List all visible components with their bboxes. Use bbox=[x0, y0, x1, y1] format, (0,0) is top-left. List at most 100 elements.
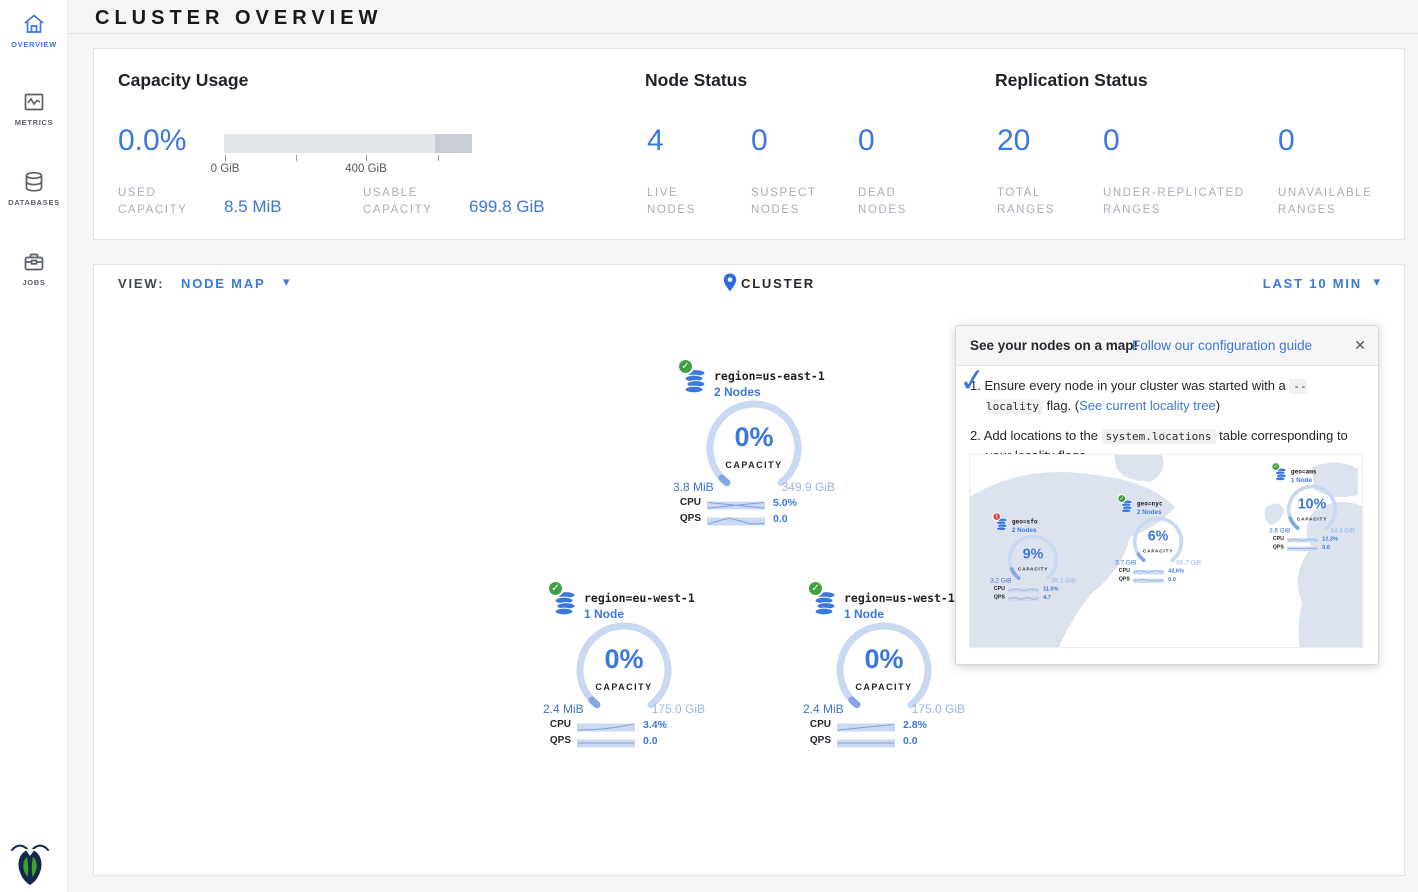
qps-value: 0.0 bbox=[1322, 544, 1330, 550]
cpu-sparkline bbox=[1287, 536, 1318, 542]
cluster-overview-page: OVERVIEW METRICS DATABASES JOBS bbox=[0, 0, 1418, 892]
view-selector[interactable]: NODE MAP bbox=[181, 276, 265, 291]
region-label: region=us-east-1 bbox=[714, 369, 825, 383]
total-capacity: 34.4 GiB bbox=[1330, 527, 1355, 534]
region-label: region=eu-west-1 bbox=[584, 591, 695, 605]
popup-header: See your nodes on a map! Follow our conf… bbox=[956, 326, 1378, 366]
qps-label: QPS bbox=[1115, 576, 1130, 582]
sidebar-item-jobs[interactable]: JOBS bbox=[0, 250, 68, 287]
sidebar-item-databases[interactable]: DATABASES bbox=[0, 170, 68, 207]
under-replicated-label: UNDER-REPLICATED RANGES bbox=[1103, 185, 1245, 219]
chevron-down-icon[interactable]: ▾ bbox=[283, 274, 290, 290]
qps-sparkline bbox=[837, 735, 895, 746]
sidebar-item-overview[interactable]: OVERVIEW bbox=[0, 12, 68, 49]
chevron-down-icon[interactable]: ▾ bbox=[1373, 274, 1380, 290]
dead-nodes-label: DEAD NODES bbox=[858, 185, 907, 219]
mini-node-card-sfo: ! geo=sfo 2 Nodes 9% CAPACITY 3.2 GiB 35… bbox=[988, 511, 1080, 611]
used-capacity: 3.8 MiB bbox=[673, 480, 714, 494]
qps-label: QPS bbox=[1269, 544, 1284, 550]
locality-tree-link[interactable]: See current locality tree bbox=[1079, 398, 1216, 413]
total-capacity: 175.0 GiB bbox=[912, 702, 965, 716]
capacity-caption: CAPACITY bbox=[699, 460, 809, 470]
cpu-sparkline bbox=[1133, 568, 1164, 574]
view-toolbar: VIEW: NODE MAP ▾ CLUSTER LAST 10 MIN ▾ bbox=[93, 264, 1405, 301]
node-status-title: Node Status bbox=[645, 70, 747, 91]
code-system-locations: system.locations bbox=[1102, 429, 1216, 444]
cockroachdb-logo bbox=[10, 840, 50, 886]
capacity-caption: CAPACITY bbox=[829, 682, 939, 692]
cpu-value: 5.0% bbox=[773, 497, 797, 509]
node-count: 1 Node bbox=[1291, 476, 1312, 483]
healthy-check-icon: ✓ bbox=[1271, 462, 1280, 471]
node-count: 2 Nodes bbox=[1012, 526, 1037, 533]
qps-sparkline bbox=[707, 513, 765, 524]
example-map-image: ! geo=sfo 2 Nodes 9% CAPACITY 3.2 GiB 35… bbox=[969, 454, 1363, 648]
healthy-check-icon: ✓ bbox=[547, 580, 564, 597]
cpu-value: 12.3% bbox=[1322, 535, 1338, 541]
sidebar-item-metrics[interactable]: METRICS bbox=[0, 90, 68, 127]
home-icon bbox=[0, 12, 68, 36]
region-label: geo=nyc bbox=[1137, 500, 1163, 507]
qps-label: QPS bbox=[673, 513, 701, 524]
node-card-us-east-1[interactable]: ✓ region=us-east-1 2 Nodes 0% CAPACITY 3… bbox=[669, 356, 839, 542]
capacity-bar-reserved bbox=[435, 134, 472, 153]
step-number: 2. bbox=[970, 428, 981, 443]
capacity-percent: 6% bbox=[1129, 528, 1187, 544]
close-icon[interactable]: ✕ bbox=[1354, 337, 1366, 354]
node-count-link[interactable]: 1 Node bbox=[844, 607, 884, 621]
mini-node-card-ams: ✓ geo=ams 1 Node 10% CAPACITY 3.6 GiB 34… bbox=[1267, 461, 1359, 561]
cpu-value: 2.8% bbox=[903, 719, 927, 731]
capacity-caption: CAPACITY bbox=[1283, 516, 1341, 521]
cpu-sparkline bbox=[577, 719, 635, 730]
total-ranges-count: 20 bbox=[997, 124, 1030, 158]
qps-sparkline bbox=[1287, 544, 1318, 550]
capacity-bar bbox=[224, 134, 472, 153]
cpu-label: CPU bbox=[673, 497, 701, 508]
cpu-label: CPU bbox=[990, 586, 1005, 592]
used-capacity-label: USED CAPACITY bbox=[118, 185, 187, 219]
cpu-label: CPU bbox=[543, 719, 571, 730]
configuration-guide-link[interactable]: Follow our configuration guide bbox=[1132, 338, 1312, 353]
used-capacity: 2.4 MiB bbox=[543, 702, 584, 716]
node-count-link[interactable]: 1 Node bbox=[584, 607, 624, 621]
node-count-link[interactable]: 2 Nodes bbox=[714, 385, 761, 399]
sidebar-item-label: JOBS bbox=[0, 278, 68, 287]
qps-value: 0.0 bbox=[903, 735, 918, 747]
capacity-usage-title: Capacity Usage bbox=[118, 70, 248, 91]
capacity-caption: CAPACITY bbox=[1004, 566, 1062, 571]
cpu-value: 11.0% bbox=[1043, 585, 1058, 591]
used-capacity-value: 8.5 MiB bbox=[224, 197, 282, 217]
unavailable-ranges-label: UNAVAILABLE RANGES bbox=[1278, 185, 1373, 219]
region-label: geo=sfo bbox=[1012, 518, 1038, 525]
page-title: CLUSTER OVERVIEW bbox=[95, 7, 382, 30]
step-text: Add locations to the bbox=[984, 428, 1102, 443]
cpu-label: CPU bbox=[1115, 568, 1130, 574]
location-pin-icon bbox=[723, 273, 737, 297]
healthy-check-icon: ✓ bbox=[677, 358, 694, 375]
usable-capacity-label: USABLE CAPACITY bbox=[363, 185, 432, 219]
used-capacity: 3.6 GiB bbox=[1269, 527, 1290, 534]
node-card-us-west-1[interactable]: ✓ region=us-west-1 1 Node 0% CAPACITY 2.… bbox=[799, 578, 969, 764]
node-card-eu-west-1[interactable]: ✓ region=eu-west-1 1 Node 0% CAPACITY 2.… bbox=[539, 578, 709, 764]
qps-label: QPS bbox=[990, 594, 1005, 600]
view-label: VIEW: bbox=[118, 276, 164, 291]
step-text: Ensure every node in your cluster was st… bbox=[984, 378, 1289, 393]
time-range-selector[interactable]: LAST 10 MIN bbox=[1263, 276, 1362, 291]
cpu-label: CPU bbox=[1269, 536, 1284, 542]
region-label: region=us-west-1 bbox=[844, 591, 955, 605]
unavailable-ranges-count: 0 bbox=[1278, 124, 1295, 158]
used-capacity: 3.2 GiB bbox=[990, 577, 1011, 584]
briefcase-icon bbox=[0, 250, 68, 274]
sidebar: OVERVIEW METRICS DATABASES JOBS bbox=[0, 0, 68, 892]
cpu-label: CPU bbox=[803, 719, 831, 730]
capacity-tick bbox=[438, 155, 439, 161]
total-capacity: 65.7 GiB bbox=[1176, 559, 1201, 566]
capacity-tick-label: 400 GiB bbox=[345, 163, 387, 175]
total-capacity: 349.9 GiB bbox=[782, 480, 835, 494]
sidebar-item-label: METRICS bbox=[0, 118, 68, 127]
dead-nodes-count: 0 bbox=[858, 124, 875, 158]
live-nodes-label: LIVE NODES bbox=[647, 185, 696, 219]
capacity-percent: 10% bbox=[1283, 496, 1341, 512]
capacity-percent: 9% bbox=[1004, 546, 1062, 562]
live-nodes-count: 4 bbox=[647, 124, 664, 158]
